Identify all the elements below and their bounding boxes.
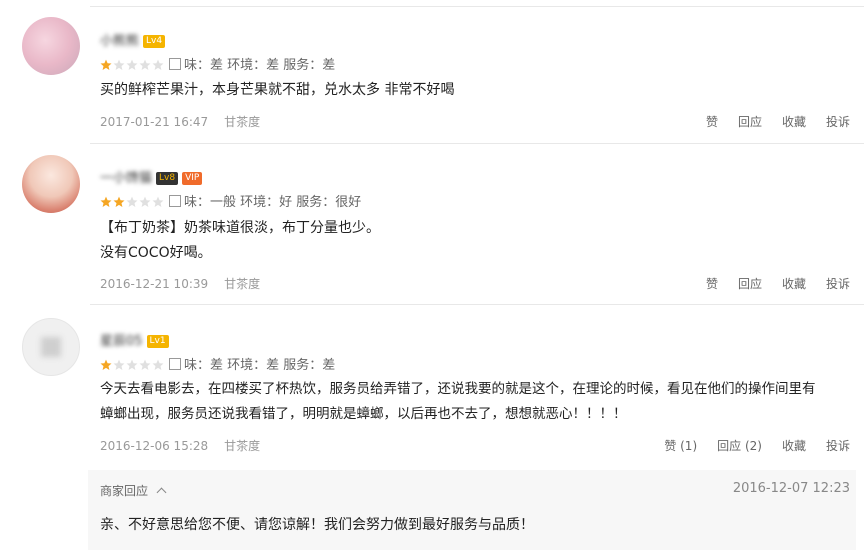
star-empty-icon — [152, 359, 164, 370]
avatar[interactable] — [22, 155, 80, 213]
report-button[interactable]: 投诉 — [826, 115, 850, 129]
chevron-up-icon — [156, 487, 167, 498]
reply-button[interactable]: 回应 — [738, 277, 762, 291]
merchant-reply-date: 2016-12-07 12:23 — [732, 481, 850, 496]
review-actions: 赞 (1) 回应 (2) 收藏 投诉 — [644, 437, 850, 454]
star-empty-icon — [139, 359, 151, 370]
reply-button[interactable]: 回应 — [738, 115, 762, 129]
report-button[interactable]: 投诉 — [826, 277, 850, 291]
star-rating — [100, 59, 165, 75]
favorite-button[interactable]: 收藏 — [782, 277, 806, 291]
review-text: 买的鲜榨芒果汁，本身芒果就不甜，兑水太多 非常不好喝 — [100, 82, 455, 98]
star-empty-icon — [126, 59, 138, 70]
star-rating — [100, 359, 165, 375]
star-filled-icon — [100, 59, 112, 70]
favorite-button[interactable]: 收藏 — [782, 115, 806, 129]
username[interactable]: 星辰05 Lv1 — [100, 330, 169, 349]
star-filled-icon — [100, 359, 112, 370]
level-badge: Lv1 — [146, 335, 169, 348]
avatar-placeholder-icon — [41, 337, 61, 357]
shop-link[interactable]: 甘茶度 — [224, 439, 260, 453]
avatar[interactable] — [22, 318, 80, 376]
like-button[interactable]: 赞 (1) — [664, 439, 697, 453]
shop-link[interactable]: 甘茶度 — [224, 115, 260, 129]
review-actions: 赞 回应 收藏 投诉 — [686, 113, 850, 130]
star-filled-icon — [113, 196, 125, 207]
review-text: 【布丁奶茶】奶茶味道很淡，布丁分量也少。 没有COCO好喝。 — [100, 220, 380, 261]
checkbox-icon — [169, 195, 181, 207]
vip-badge: VIP — [182, 172, 203, 185]
star-empty-icon — [126, 196, 138, 207]
rating-row: 味：差 环境：差 服务：差 — [100, 354, 335, 375]
username[interactable]: 一小馋猫 Lv8 VIP — [100, 167, 203, 186]
shop-link[interactable]: 甘茶度 — [224, 277, 260, 291]
star-empty-icon — [126, 359, 138, 370]
review-date: 2017-01-21 16:47 — [100, 115, 209, 129]
merchant-reply: 商家回应 2016-12-07 12:23 亲、不好意思给您不便、请您谅解！我们… — [88, 470, 856, 550]
star-empty-icon — [139, 59, 151, 70]
star-empty-icon — [152, 196, 164, 207]
level-badge: Lv8 — [156, 172, 179, 185]
review-date: 2016-12-21 10:39 — [100, 277, 209, 291]
like-button[interactable]: 赞 — [706, 115, 718, 129]
star-filled-icon — [100, 196, 112, 207]
review-meta: 2016-12-06 15:28 甘茶度 — [100, 437, 260, 454]
report-button[interactable]: 投诉 — [826, 439, 850, 453]
checkbox-icon — [169, 358, 181, 370]
review-meta: 2017-01-21 16:47 甘茶度 — [100, 113, 260, 130]
username[interactable]: 小熊熊 Lv4 — [100, 30, 166, 49]
reply-button[interactable]: 回应 (2) — [717, 439, 762, 453]
like-button[interactable]: 赞 — [706, 277, 718, 291]
avatar[interactable] — [22, 17, 80, 75]
star-empty-icon — [152, 59, 164, 70]
review-date: 2016-12-06 15:28 — [100, 439, 209, 453]
favorite-button[interactable]: 收藏 — [782, 439, 806, 453]
review-text: 今天去看电影去，在四楼买了杯热饮，服务员给弄错了，还说我要的就是这个，在理论的时… — [100, 381, 816, 422]
review-meta: 2016-12-21 10:39 甘茶度 — [100, 275, 260, 292]
rating-row: 味：一般 环境：好 服务：很好 — [100, 191, 361, 212]
merchant-reply-text: 亲、不好意思给您不便、请您谅解！我们会努力做到最好服务与品质！ — [100, 517, 534, 533]
checkbox-icon — [169, 58, 181, 70]
review-actions: 赞 回应 收藏 投诉 — [686, 275, 850, 292]
rating-row: 味：差 环境：差 服务：差 — [100, 54, 335, 75]
star-empty-icon — [113, 59, 125, 70]
star-empty-icon — [113, 359, 125, 370]
merchant-reply-toggle[interactable]: 商家回应 — [100, 482, 167, 499]
level-badge: Lv4 — [143, 35, 166, 48]
star-empty-icon — [139, 196, 151, 207]
star-rating — [100, 196, 165, 212]
